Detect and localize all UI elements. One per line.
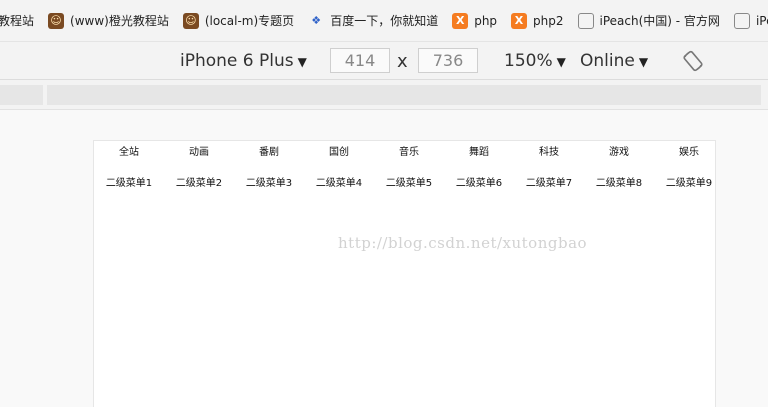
bookmark-ipeach[interactable]: iPeach(中国) - 官方网	[577, 12, 720, 29]
paw-icon: ❖	[311, 14, 322, 27]
nav-item[interactable]: 音乐	[374, 143, 444, 158]
bookmark-local-topic[interactable]: ☺ (local-m)专题页	[182, 12, 295, 29]
device-toolbar: iPhone 6 Plus ▼ 414 x 736 150% ▼ Online ▼	[0, 42, 768, 80]
nav-item[interactable]: 国创	[304, 143, 374, 158]
nav-item[interactable]: 番剧	[234, 143, 304, 158]
bookmark-label: php	[474, 13, 498, 28]
bookmark-tutorial-site[interactable]: 教程站	[0, 12, 34, 29]
zoom-select[interactable]: 150% ▼	[504, 51, 566, 71]
bookmark-label: 教程站	[0, 14, 35, 28]
bookmark-label: iPea	[755, 13, 768, 28]
nav-item[interactable]: 科技	[514, 143, 584, 158]
network-throttle-select[interactable]: Online ▼	[580, 51, 648, 71]
nav-item[interactable]: 全站	[94, 143, 164, 158]
media-query-segment[interactable]	[0, 85, 43, 105]
dimension-separator: x	[397, 51, 408, 72]
media-query-bar	[0, 80, 768, 110]
xampp-icon: X	[511, 12, 528, 29]
bookmark-php[interactable]: X php	[452, 12, 498, 29]
bookmark-orange-light[interactable]: ☺ (www)橙光教程站	[48, 12, 169, 29]
width-input[interactable]: 414	[330, 48, 390, 73]
bookmarks-bar: 教程站 ☺ (www)橙光教程站 ☺ (local-m)专题页 ❖ 百度一下，你…	[0, 0, 768, 42]
bookmark-label: php2	[533, 13, 564, 28]
secondary-nav: 二级菜单1 二级菜单2 二级菜单3 二级菜单4 二级菜单5 二级菜单6 二级菜单…	[94, 174, 717, 190]
chevron-down-icon: ▼	[297, 55, 307, 69]
submenu-item[interactable]: 二级菜单7	[514, 174, 584, 189]
network-value: Online	[580, 51, 635, 71]
rotate-icon[interactable]	[682, 50, 704, 72]
bookmark-label: (local-m)专题页	[204, 14, 295, 28]
submenu-item[interactable]: 二级菜单8	[584, 174, 654, 189]
emulated-page: 全站 动画 番剧 国创 音乐 舞蹈 科技 游戏 娱乐 二级菜单1 二级菜单2 二…	[93, 140, 716, 407]
height-input[interactable]: 736	[418, 48, 478, 73]
xampp-icon: X	[452, 12, 469, 29]
device-viewport-area: 全站 动画 番剧 国创 音乐 舞蹈 科技 游戏 娱乐 二级菜单1 二级菜单2 二…	[0, 110, 768, 407]
nav-item[interactable]: 动画	[164, 143, 234, 158]
submenu-item[interactable]: 二级菜单4	[304, 174, 374, 189]
bookmark-label: iPeach(中国) - 官方网	[599, 14, 720, 28]
submenu-item[interactable]: 二级菜单9	[654, 174, 724, 189]
device-select[interactable]: iPhone 6 Plus ▼	[180, 51, 307, 71]
chevron-down-icon: ▼	[638, 55, 649, 69]
submenu-item[interactable]: 二级菜单1	[94, 174, 164, 189]
submenu-item[interactable]: 二级菜单2	[164, 174, 234, 189]
face-icon: ☺	[182, 12, 199, 29]
face-icon: ☺	[48, 12, 65, 29]
nav-item[interactable]: 娱乐	[654, 143, 724, 158]
device-name: iPhone 6 Plus	[180, 51, 294, 71]
globe-icon	[733, 12, 750, 29]
bookmark-label: (www)橙光教程站	[70, 14, 169, 28]
submenu-item[interactable]: 二级菜单3	[234, 174, 304, 189]
nav-item[interactable]: 舞蹈	[444, 143, 514, 158]
globe-icon	[577, 12, 594, 29]
submenu-item[interactable]: 二级菜单5	[374, 174, 444, 189]
submenu-item[interactable]: 二级菜单6	[444, 174, 514, 189]
bookmark-baidu[interactable]: ❖ 百度一下，你就知道	[308, 12, 438, 29]
zoom-value: 150%	[504, 51, 553, 71]
media-query-segment[interactable]	[47, 85, 761, 105]
watermark-text: http://blog.csdn.net/xutongbao	[338, 234, 588, 252]
chevron-down-icon: ▼	[556, 55, 566, 69]
primary-nav: 全站 动画 番剧 国创 音乐 舞蹈 科技 游戏 娱乐	[94, 143, 717, 159]
bookmark-label: 百度一下，你就知道	[330, 14, 439, 28]
bookmark-ipeach-2[interactable]: iPea	[733, 12, 768, 29]
nav-item[interactable]: 游戏	[584, 143, 654, 158]
bookmark-php2[interactable]: X php2	[511, 12, 564, 29]
